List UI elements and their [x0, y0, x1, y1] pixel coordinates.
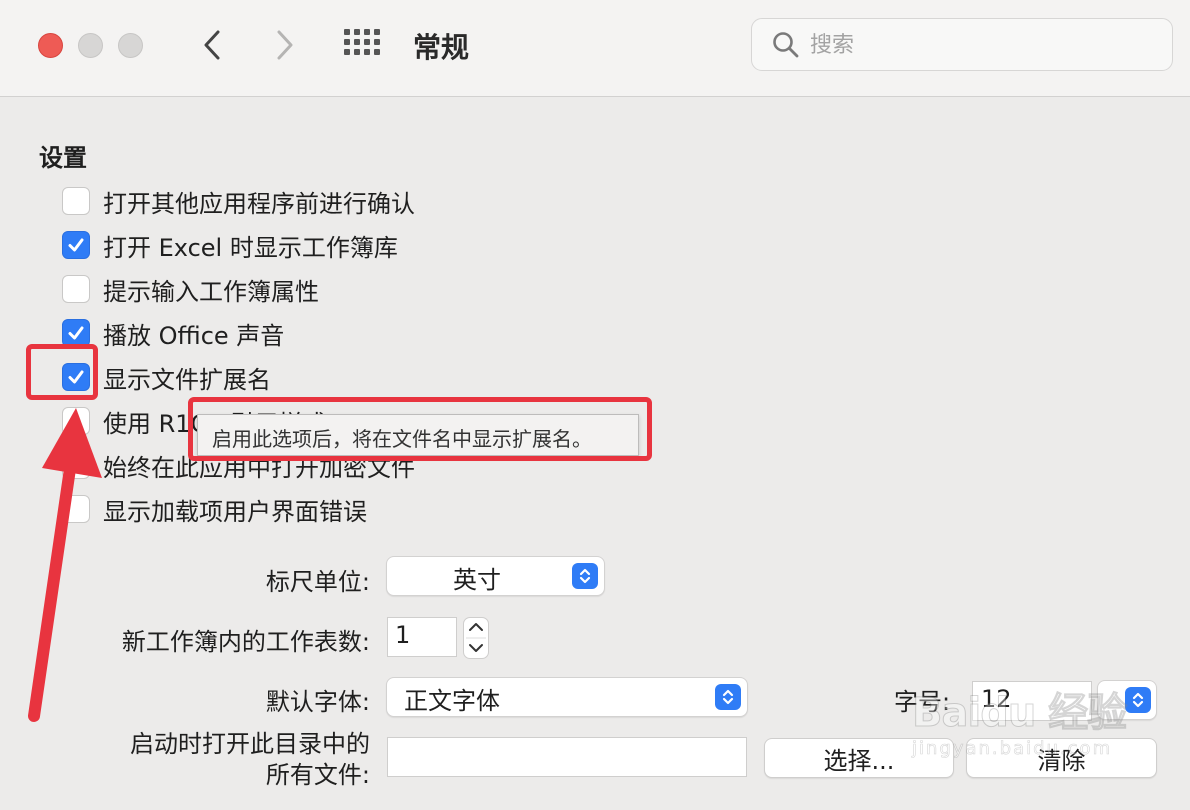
- baidu-jingyan-watermark: Baidu 经验 jingyan.baidu.com: [911, 690, 1127, 760]
